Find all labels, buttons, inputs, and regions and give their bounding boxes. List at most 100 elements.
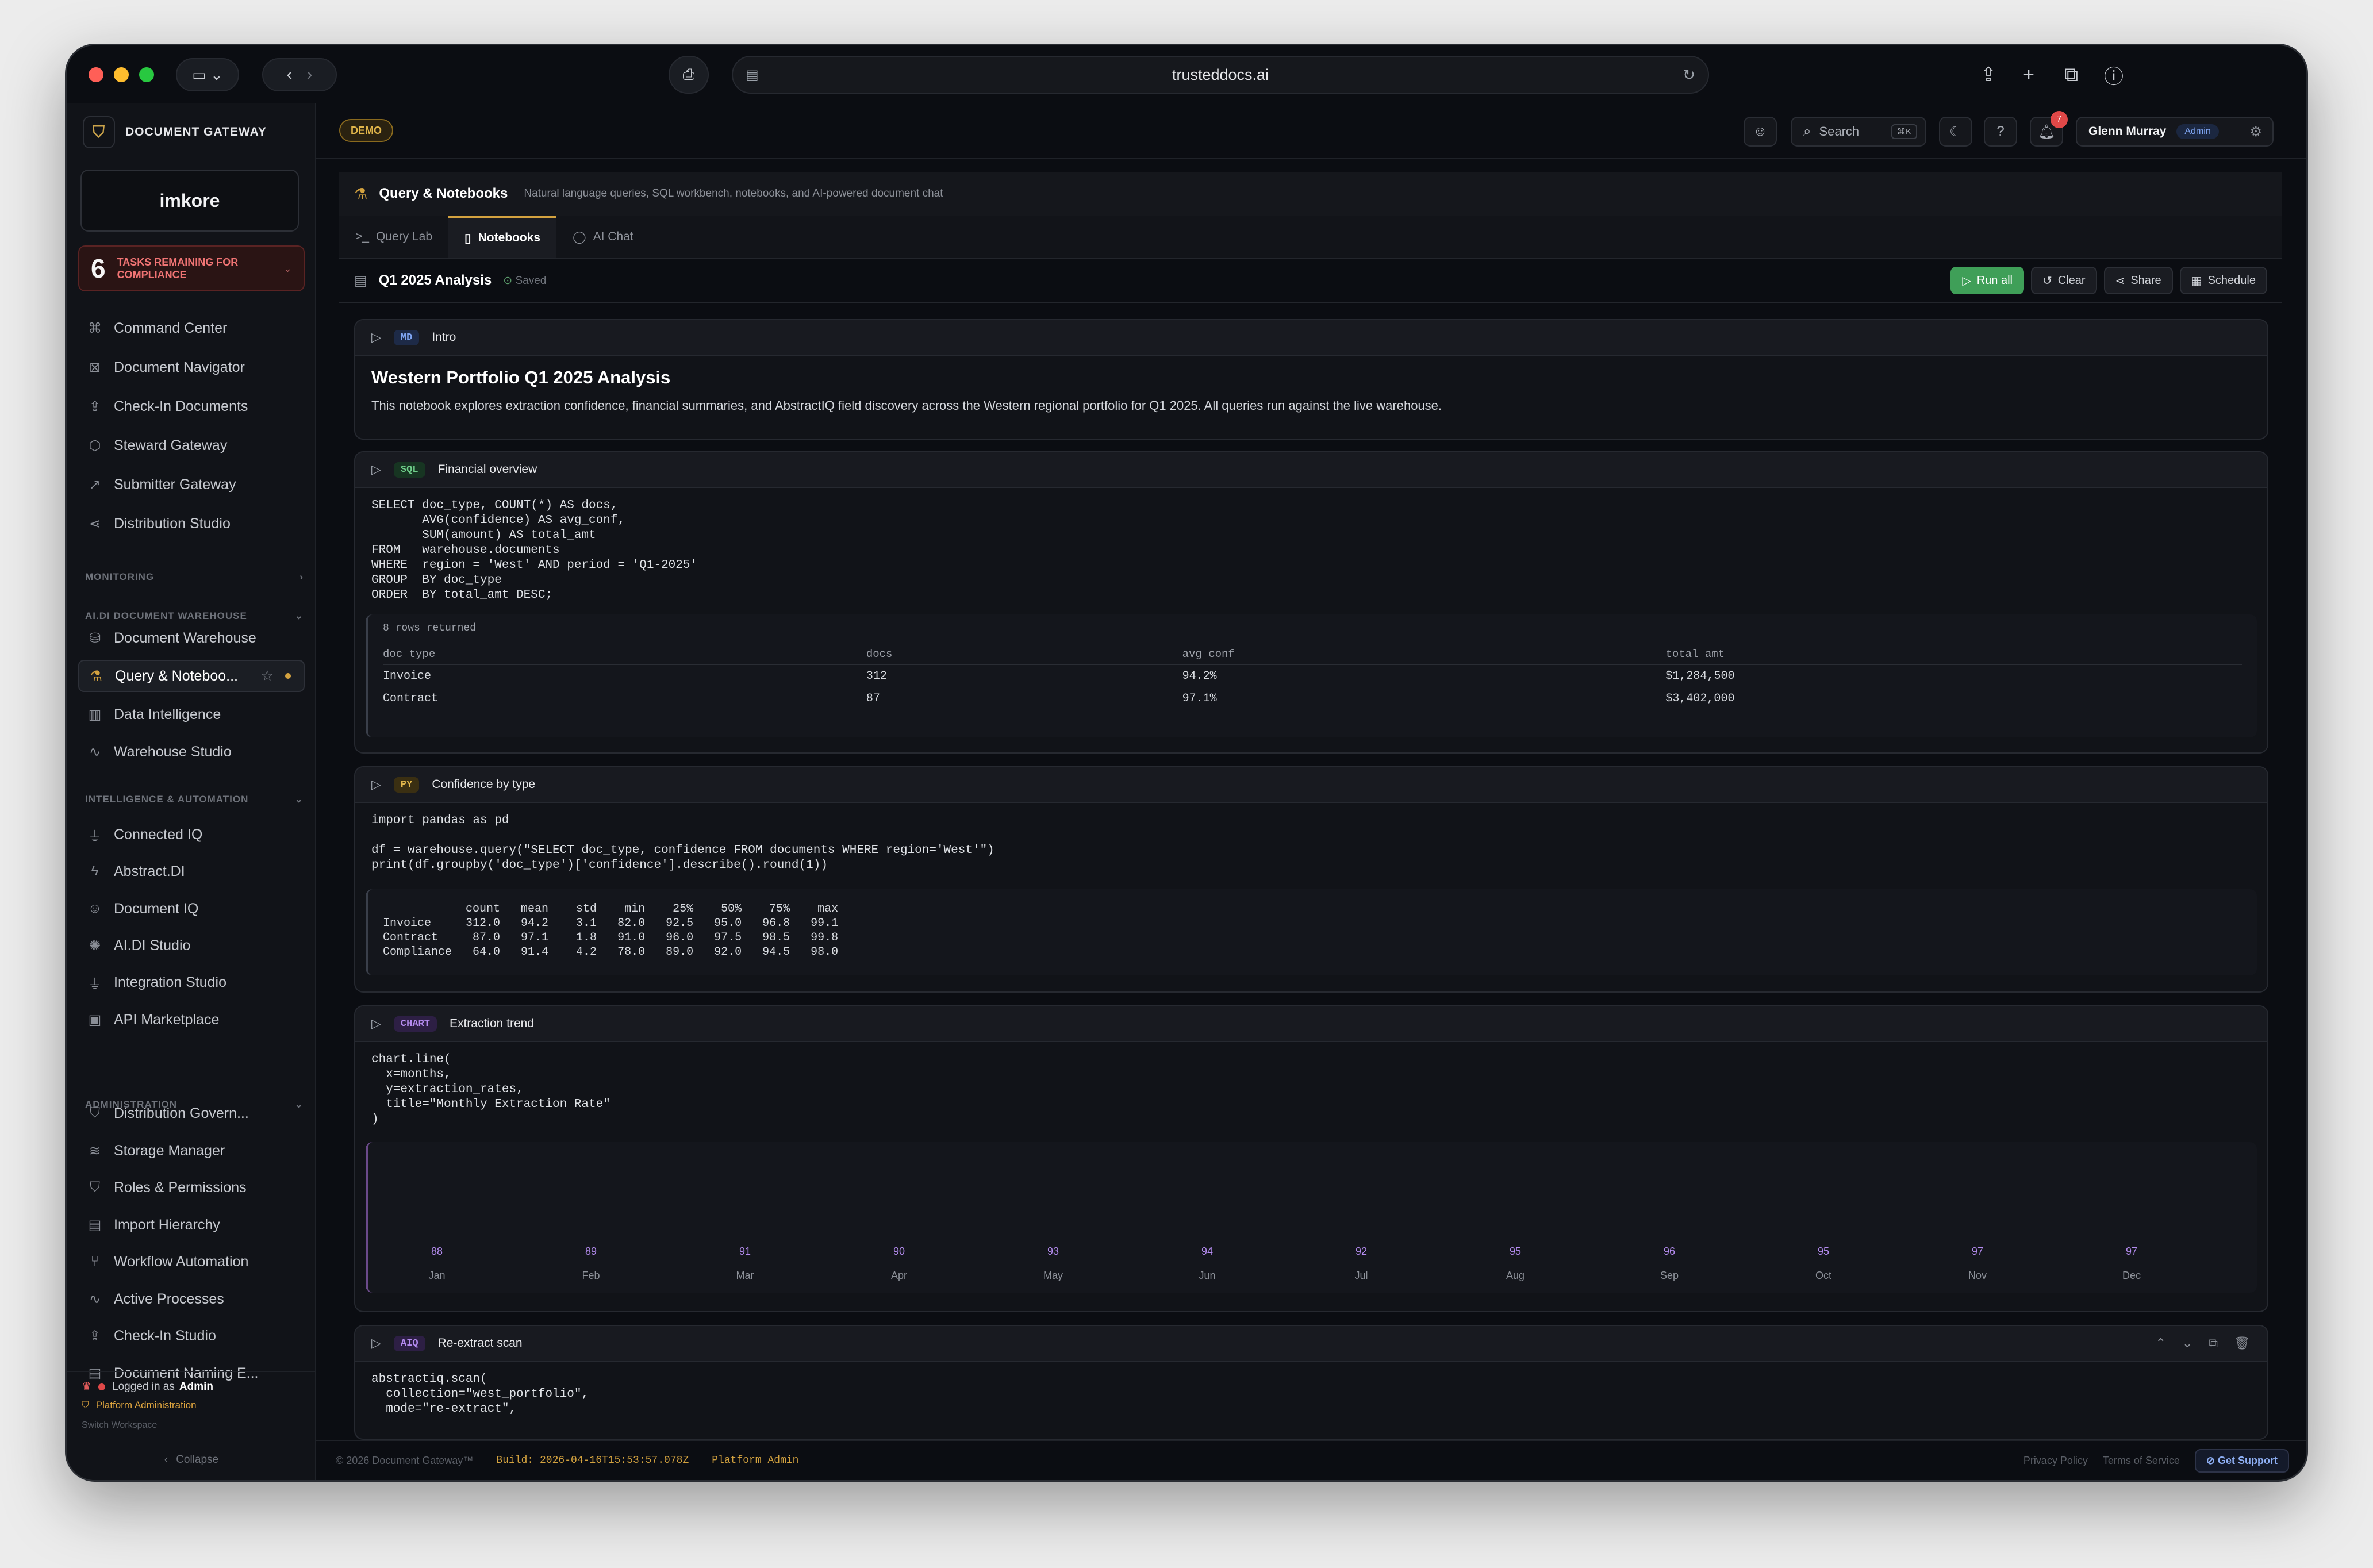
theme-toggle-button[interactable]: ☾ <box>1939 117 1972 147</box>
run-cell-icon[interactable]: ▷ <box>371 462 381 477</box>
sidebar-item-storage-manager[interactable]: ≋ Storage Manager <box>78 1135 305 1167</box>
sidebar-section-header[interactable]: AI.DI DOCUMENT WAREHOUSE ⌄ <box>85 610 304 622</box>
clear-button[interactable]: ↺ Clear <box>2030 267 2097 294</box>
move-down-icon[interactable]: ⌄ <box>2182 1336 2192 1351</box>
sidebar-item-abstract-di[interactable]: ϟ Abstract.DI <box>78 855 305 887</box>
sidebar-item-label: Submitter Gateway <box>114 476 236 493</box>
notebook-cell-chart[interactable]: ▷ CHART Extraction trend chart.line( x=m… <box>354 1005 2268 1312</box>
sidebar-section-header[interactable]: INTELLIGENCE & AUTOMATION ⌄ <box>85 794 304 805</box>
sidebar-item-steward-gateway[interactable]: ⬡ Steward Gateway <box>78 429 305 462</box>
new-tab-icon[interactable]: + <box>2014 60 2043 89</box>
column-header: total_amt <box>1665 644 2242 665</box>
gear-icon[interactable]: ⚙ <box>2249 124 2262 140</box>
sidebar-item-check-in-studio[interactable]: ⇪ Check-In Studio <box>78 1320 305 1352</box>
share-icon[interactable]: ⇪ <box>1974 60 2003 89</box>
help-button[interactable]: ? <box>1984 117 2017 147</box>
user-menu[interactable]: Glenn Murray Admin ⚙ <box>2076 117 2274 147</box>
run-cell-icon[interactable]: ▷ <box>371 1016 381 1031</box>
notebook-cell-py[interactable]: ▷ PY Confidence by type import pandas as… <box>354 766 2268 993</box>
notebook-cell-aiq[interactable]: ▷ AIQ Re-extract scan ⌃ ⌄ ⧉ 🗑︎ abstracti… <box>354 1325 2268 1440</box>
sidebar-item-connected-iq[interactable]: ⏚ Connected IQ <box>78 818 305 851</box>
demo-badge: DEMO <box>339 119 393 142</box>
sidebar-item-workflow-automation[interactable]: ⑂ Workflow Automation <box>78 1246 305 1278</box>
assistant-button[interactable]: ☺ <box>1744 117 1777 147</box>
trash-icon[interactable]: 🗑︎ <box>2234 1336 2250 1351</box>
brand[interactable]: ⛉ DOCUMENT GATEWAY <box>83 111 307 153</box>
sidebar-item-active-processes[interactable]: ∿ Active Processes <box>78 1283 305 1315</box>
sidebar-item-ai-di-studio[interactable]: ✺ AI.DI Studio <box>78 929 305 962</box>
get-support-button[interactable]: ⊘ Get Support <box>2194 1448 2289 1473</box>
cell-name: Re-extract scan <box>437 1336 523 1350</box>
saved-label: Saved <box>515 274 547 287</box>
sidebar-item-submitter-gateway[interactable]: ↗ Submitter Gateway <box>78 468 305 501</box>
sidebar-item-data-intelligence[interactable]: ▥ Data Intelligence <box>78 698 305 731</box>
sidebar-item-command-center[interactable]: ⌘ Command Center <box>78 312 305 344</box>
duplicate-icon[interactable]: ⧉ <box>2209 1336 2218 1351</box>
sidebar-item-document-navigator[interactable]: ⊠ Document Navigator <box>78 351 305 383</box>
external-link-icon: ↗ <box>89 476 101 493</box>
notebook-cell-sql[interactable]: ▷ SQL Financial overview SELECT doc_type… <box>354 451 2268 754</box>
run-cell-icon[interactable]: ▷ <box>371 777 381 792</box>
book-icon: ▯ <box>464 231 471 245</box>
notebook-name[interactable]: Q1 2025 Analysis <box>379 272 492 289</box>
sidebar-item-warehouse-studio[interactable]: ∿ Warehouse Studio <box>78 736 305 768</box>
schedule-button[interactable]: ▦ Schedule <box>2179 267 2267 294</box>
sidebar-item-document-iq[interactable]: ☺ Document IQ <box>78 893 305 925</box>
cell-name: Confidence by type <box>432 778 536 791</box>
online-dot <box>98 1383 106 1390</box>
forward-icon[interactable]: › <box>307 65 313 84</box>
sidebar-item-check-in-documents[interactable]: ⇪ Check-In Documents <box>78 390 305 422</box>
info-icon[interactable]: ⓘ <box>2099 60 2128 89</box>
switch-workspace-link[interactable]: Switch Workspace <box>82 1420 157 1431</box>
upload-icon: ⇪ <box>89 1328 101 1344</box>
sidebar-item-api-marketplace[interactable]: ▣ API Marketplace <box>78 1004 305 1036</box>
tab-notebooks[interactable]: ▯ Notebooks <box>448 216 557 258</box>
close-window-button[interactable] <box>89 67 103 82</box>
print-button[interactable]: ⎙ <box>669 56 709 94</box>
back-icon[interactable]: ‹ <box>286 65 292 84</box>
saved-status: ⊙ Saved <box>503 274 546 287</box>
sidebar-toggle-button[interactable]: ▭ ⌄ <box>176 58 239 91</box>
minimize-window-button[interactable] <box>114 67 129 82</box>
sidebar-item-label: Distribution Studio <box>114 515 231 532</box>
run-all-button[interactable]: ▷ Run all <box>1950 267 2024 294</box>
address-bar[interactable]: ▤ trusteddocs.ai ↻ <box>732 56 1709 94</box>
sidebar-item-document-warehouse[interactable]: ⛁ Document Warehouse <box>78 622 305 654</box>
python-code[interactable]: import pandas as pd df = warehouse.query… <box>355 803 2267 889</box>
data-label: 93 <box>1047 1246 1059 1257</box>
search-button[interactable]: ⌕ Search ⌘K <box>1791 117 1926 147</box>
sidebar-item-query-noteboo[interactable]: ⚗ Query & Noteboo... ☆ <box>78 660 305 692</box>
search-shortcut: ⌘K <box>1891 124 1917 139</box>
tab-ai-chat[interactable]: ◯ AI Chat <box>556 216 650 258</box>
notebook-cell-md[interactable]: ▷ MD Intro Western Portfolio Q1 2025 Ana… <box>354 319 2268 440</box>
collapse-button[interactable]: ‹ Collapse <box>67 1454 316 1466</box>
sidebar-item-integration-studio[interactable]: ⏚ Integration Studio <box>78 966 305 998</box>
sidebar-item-distribution-govern[interactable]: ⛉ Distribution Govern... <box>78 1097 305 1129</box>
platform-admin-link[interactable]: Platform Administration <box>96 1400 197 1411</box>
chart-code[interactable]: chart.line( x=months, y=extraction_rates… <box>355 1042 2267 1142</box>
chevron-left-icon: ‹ <box>164 1454 168 1466</box>
run-cell-icon[interactable]: ▷ <box>371 330 381 345</box>
sidebar-item-roles-permissions[interactable]: ⛉ Roles & Permissions <box>78 1171 305 1204</box>
compliance-tasks-banner[interactable]: 6 TASKS REMAINING FOR COMPLIANCE ⌄ <box>78 245 305 291</box>
maximize-window-button[interactable] <box>139 67 154 82</box>
terms-link[interactable]: Terms of Service <box>2103 1455 2180 1467</box>
run-cell-icon[interactable]: ▷ <box>371 1336 381 1351</box>
sidebar-item-import-hierarchy[interactable]: ▤ Import Hierarchy <box>78 1209 305 1241</box>
data-label: 91 <box>739 1246 751 1257</box>
sql-code[interactable]: SELECT doc_type, COUNT(*) AS docs, AVG(c… <box>355 488 2267 614</box>
move-up-icon[interactable]: ⌃ <box>2155 1336 2165 1351</box>
page-settings-icon[interactable]: ▤ <box>746 67 759 83</box>
history-nav[interactable]: ‹ › <box>262 58 337 91</box>
python-output: count mean std min 25% 50% 75% max Invoi… <box>366 889 2257 975</box>
tabs-overview-icon[interactable]: ⧉ <box>2057 60 2086 89</box>
aiq-code[interactable]: abstractiq.scan( collection="west_portfo… <box>355 1362 2267 1427</box>
share-button[interactable]: ⋖ Share <box>2103 267 2173 294</box>
sidebar-item-distribution-studio[interactable]: ⋖ Distribution Studio <box>78 508 305 540</box>
reload-icon[interactable]: ↻ <box>1683 66 1695 84</box>
sidebar-section-header[interactable]: MONITORING › <box>85 571 304 583</box>
notifications-button[interactable]: 🔔︎ 7 <box>2030 111 2068 147</box>
tab-query-lab[interactable]: >_ Query Lab <box>339 216 448 258</box>
privacy-policy-link[interactable]: Privacy Policy <box>2023 1455 2088 1467</box>
star-icon[interactable]: ☆ <box>261 667 274 685</box>
